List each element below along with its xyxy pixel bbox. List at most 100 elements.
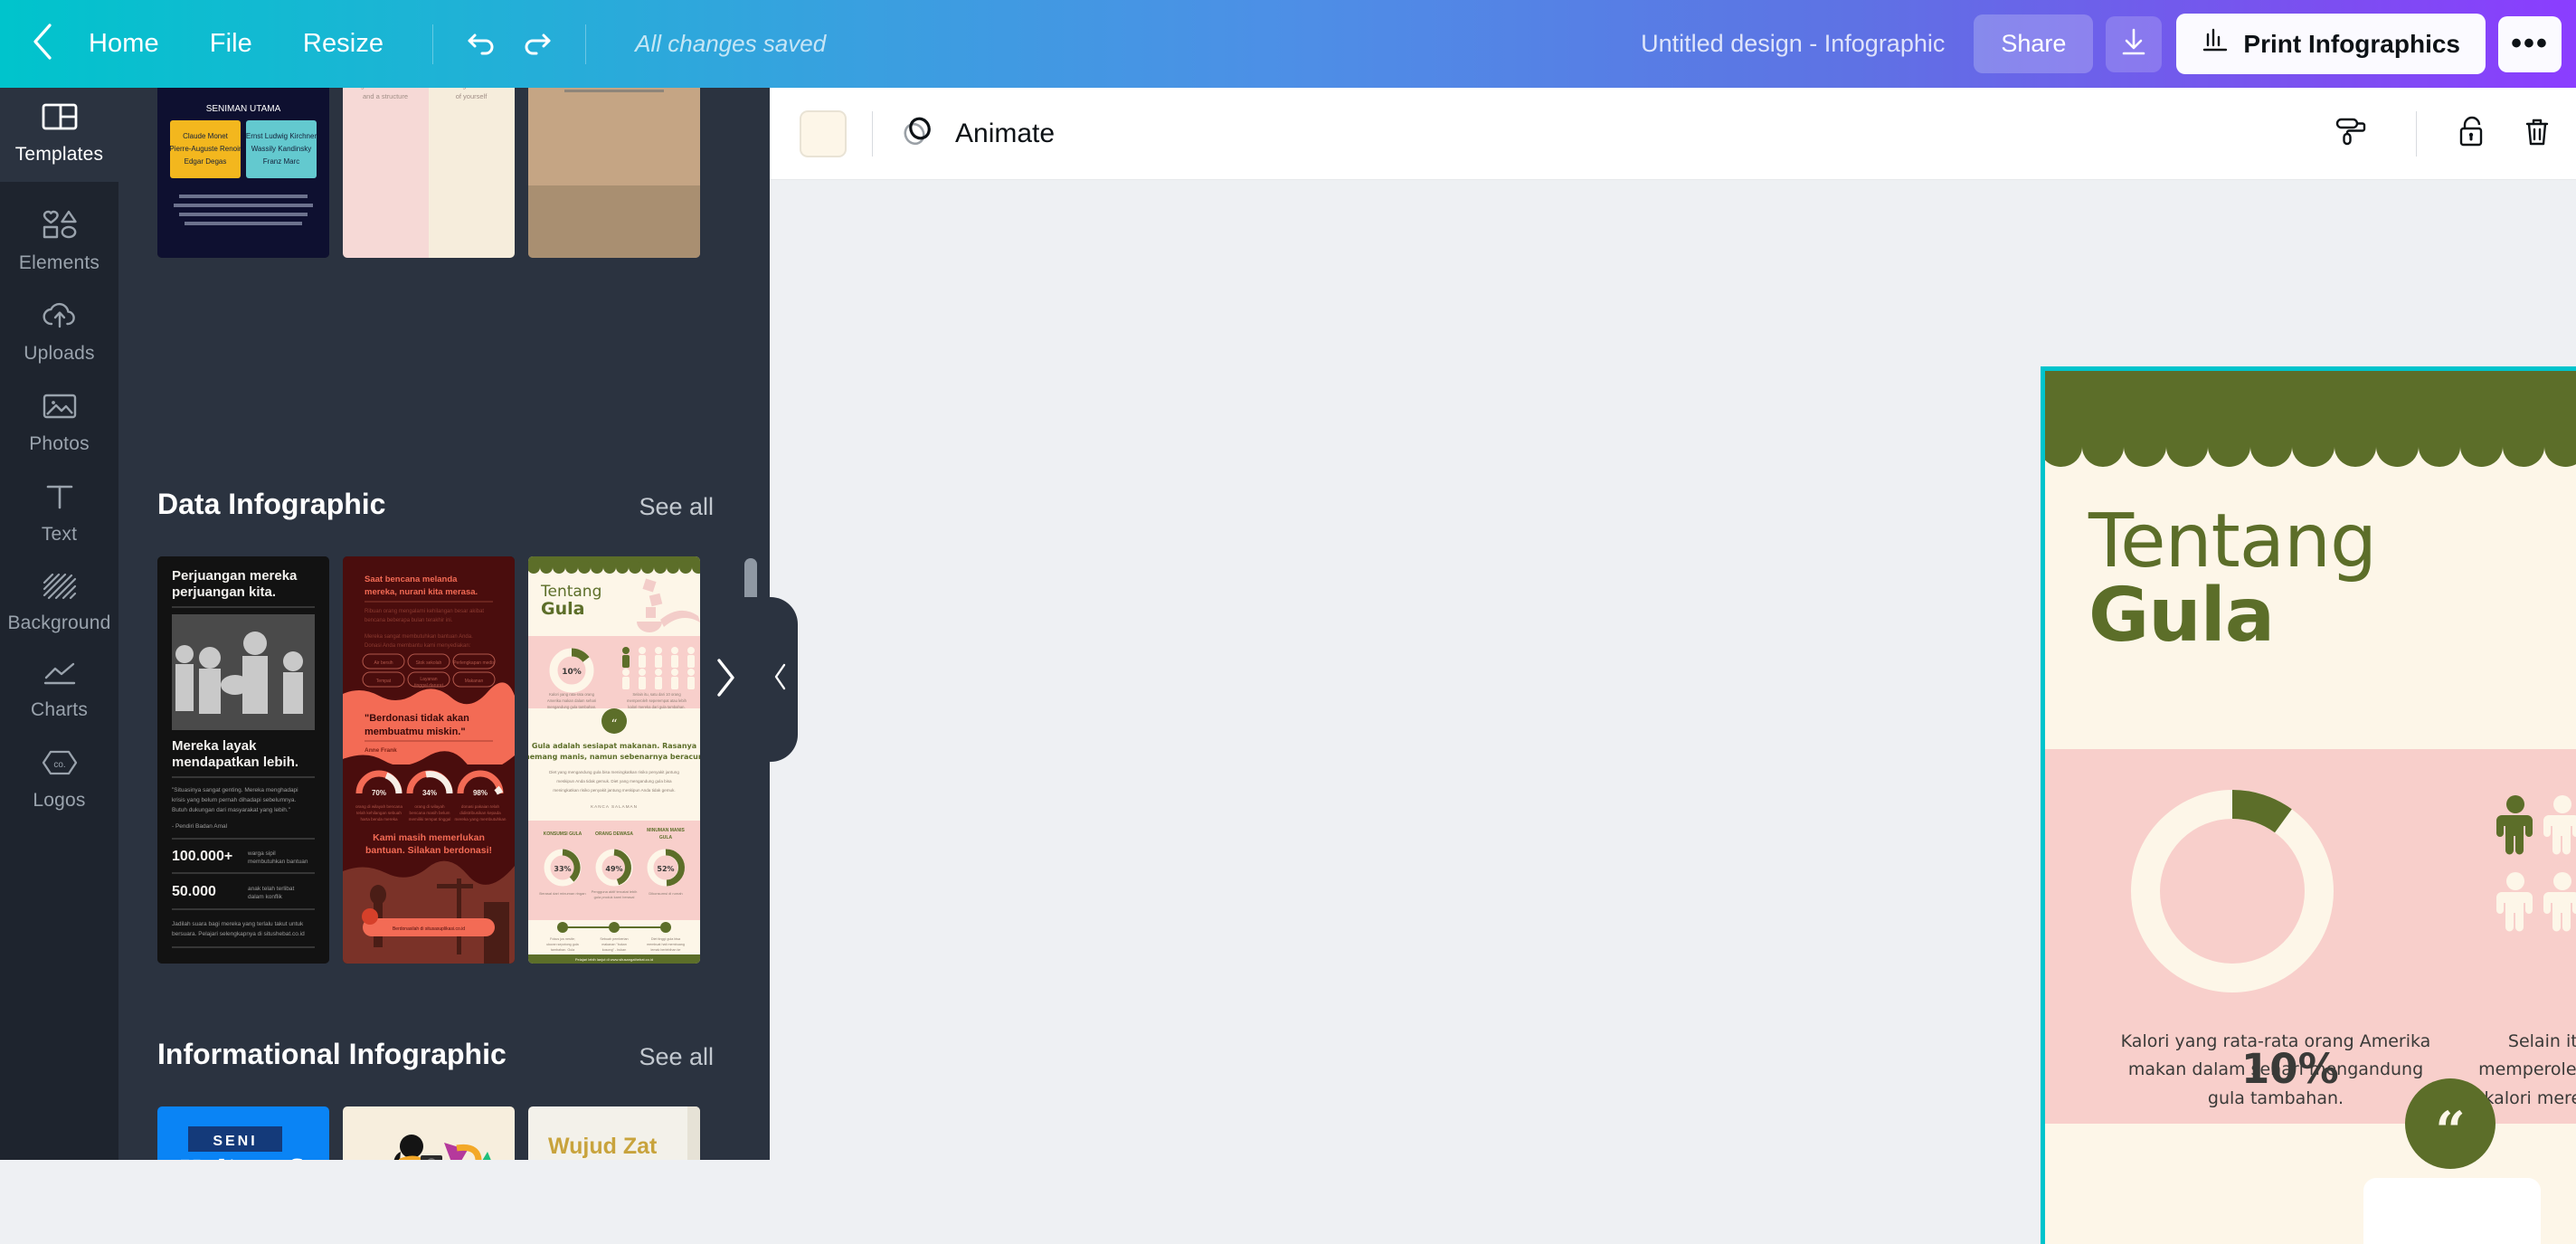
background-icon	[41, 573, 79, 604]
svg-text:makanan "bukan: makanan "bukan	[601, 943, 627, 946]
donut-chart: 10%	[2119, 778, 2345, 1093]
share-button[interactable]: Share	[1974, 14, 2094, 73]
left-rail-items: Elements Uploads Photos Text Background …	[0, 195, 118, 824]
canvas-area: Animate Tentang Gula 10% Kalori yang rat…	[770, 88, 2576, 1244]
sidebar-item-label-logos: Logos	[33, 790, 86, 811]
trash-icon	[2520, 113, 2554, 154]
sidebar-item-label-charts: Charts	[30, 699, 89, 720]
svg-text:Claude Monet: Claude Monet	[183, 132, 229, 140]
bar-chart-icon	[2202, 27, 2229, 61]
svg-text:tinggal darurat: tinggal darurat	[414, 683, 444, 688]
design-title[interactable]: Untitled design - Infographic	[1641, 30, 1945, 58]
sidebar-item-label-uploads: Uploads	[24, 343, 95, 364]
svg-text:Sebuah pemberian: Sebuah pemberian	[600, 937, 628, 941]
svg-text:MINUMAN MANIS: MINUMAN MANIS	[647, 828, 685, 833]
svg-text:memperoleh seperempat atau leb: memperoleh seperempat atau lebih	[627, 698, 687, 703]
collapse-panel-button[interactable]	[764, 597, 797, 760]
template-thumbnail[interactable]: Wujud Zat Zat membentuk alam semesta. Za…	[528, 1106, 700, 1160]
section-title-informational-infographic: Informational Infographic	[157, 1038, 507, 1070]
svg-text:co.: co.	[53, 760, 65, 770]
canvas-toolbar: Animate	[770, 88, 2576, 180]
see-all-data-infographic[interactable]: See all	[639, 493, 714, 521]
sidebar-item-logos[interactable]: co. Logos	[0, 734, 118, 824]
svg-text:ukuran sepotong gula: ukuran sepotong gula	[546, 943, 579, 946]
elements-icon	[41, 209, 79, 244]
donut-caption: Kalori yang rata-rata orang Amerika maka…	[2120, 1031, 2431, 1108]
svg-text:Air bersih: Air bersih	[374, 660, 393, 666]
resize-button[interactable]: Resize	[283, 18, 403, 70]
sidebar-item-photos[interactable]: Photos	[0, 377, 118, 468]
text-icon	[44, 482, 75, 516]
sidebar-item-label-text: Text	[41, 524, 78, 545]
templates-next-arrow[interactable]	[698, 653, 751, 706]
redo-button[interactable]	[509, 18, 562, 71]
svg-text:Kaligrafi: Kaligrafi	[176, 1154, 304, 1160]
see-all-informational-infographic[interactable]: See all	[639, 1043, 714, 1071]
svg-text:ORANG DEWASA: ORANG DEWASA	[595, 831, 633, 837]
scallop-border	[2045, 425, 2576, 467]
template-thumbnail[interactable]: Ready? Use this infographic as a guide t…	[528, 88, 700, 258]
color-swatch-button[interactable]	[800, 109, 847, 157]
svg-text:Edgar Degas: Edgar Degas	[185, 157, 227, 166]
paint-roller-button[interactable]	[2324, 106, 2380, 162]
svg-text:“: “	[611, 717, 617, 732]
logos-icon: co.	[41, 748, 79, 782]
undo-icon	[465, 24, 501, 64]
templates-icon	[42, 102, 78, 136]
svg-text:Diet tinggi gula bisa: Diet tinggi gula bisa	[651, 937, 681, 941]
animate-button[interactable]: Animate	[898, 110, 1055, 157]
template-thumbnail[interactable]: SENI Kaligrafi Kaligrafi adalah seni men…	[157, 1106, 329, 1160]
file-menu[interactable]: File	[190, 18, 272, 70]
svg-text:Pierre-Auguste Renoir: Pierre-Auguste Renoir	[169, 145, 241, 153]
design-title-text[interactable]: Tentang Gula	[2088, 505, 2377, 659]
template-thumbnail[interactable]: SENIMAN UTAMA Claude Monet Pierre-August…	[157, 88, 329, 258]
sidebar-item-label-templates: Templates	[14, 144, 104, 165]
svg-text:bencana masih belum: bencana masih belum	[410, 811, 450, 815]
svg-text:KONSUMSI GULA: KONSUMSI GULA	[544, 831, 582, 837]
template-thumbnail[interactable]: Perjuangan mereka perjuangan kita. Merek…	[157, 556, 329, 964]
quote-card	[2363, 1178, 2541, 1244]
template-thumbnail[interactable]: ELEMEN DASAR KOMPOSISI Dalam fotografi, …	[343, 1106, 515, 1160]
svg-text:kosong" - bukan: kosong" - bukan	[602, 948, 627, 952]
sidebar-item-elements[interactable]: Elements	[0, 195, 118, 287]
svg-text:52%: 52%	[657, 865, 674, 873]
svg-text:An organization has a boss: An organization has a boss	[345, 88, 427, 90]
svg-text:Gula adalah sesiapat makanan.: Gula adalah sesiapat makanan. Rasanya	[532, 742, 696, 750]
template-thumbnail[interactable]: Tentang Gula 10% Kalori yang rata-rata o…	[528, 556, 700, 964]
download-icon	[2118, 26, 2149, 62]
svg-text:membuatmu miskin.": membuatmu miskin."	[365, 726, 466, 737]
chevron-left-icon	[772, 662, 790, 696]
sidebar-item-label-elements: Elements	[18, 252, 100, 273]
svg-text:Franz Marc: Franz Marc	[263, 157, 299, 166]
left-rail: Templates Elements Uploads Photos Text B…	[0, 88, 118, 1160]
person-icon-highlighted	[2493, 794, 2538, 862]
templates-scroll-region[interactable]: SENIMAN UTAMA Claude Monet Pierre-August…	[118, 88, 770, 1160]
home-button[interactable]: Home	[69, 18, 179, 70]
sidebar-item-label-background: Background	[7, 613, 111, 633]
svg-text:mengandung gula tambahan.: mengandung gula tambahan.	[547, 705, 596, 709]
uploads-icon	[41, 301, 79, 335]
template-thumbnail[interactable]: Saat bencana melanda mereka, nurani kita…	[343, 556, 515, 964]
design-title-line2: Gula	[2088, 573, 2275, 659]
sidebar-item-background[interactable]: Background	[0, 558, 118, 647]
sidebar-item-text[interactable]: Text	[0, 468, 118, 558]
design-page[interactable]: Tentang Gula 10% Kalori yang rata-rata o…	[2041, 366, 2576, 1244]
svg-text:kalori mereka dari gula tambah: kalori mereka dari gula tambahan.	[628, 705, 685, 709]
lock-button[interactable]	[2442, 106, 2498, 162]
sidebar-item-charts[interactable]: Charts	[0, 647, 118, 734]
sidebar-item-templates[interactable]: Templates	[0, 88, 118, 182]
template-thumbnail[interactable]: WORKING HOURS WORKING HOURS 9 am to 7 pm…	[343, 88, 515, 258]
sidebar-item-uploads[interactable]: Uploads	[0, 287, 118, 377]
delete-button[interactable]	[2509, 106, 2565, 162]
download-button[interactable]	[2106, 15, 2163, 72]
undo-button[interactable]	[457, 18, 509, 71]
print-infographics-button[interactable]: Print Infographics	[2176, 14, 2486, 74]
svg-text:Donasi Anda membantu kami meny: Donasi Anda membantu kami menyediakan:	[365, 643, 471, 649]
chevron-left-icon	[31, 23, 54, 65]
print-infographics-label: Print Infographics	[2243, 29, 2460, 58]
svg-text:bersuara. Pelajari selengkapny: bersuara. Pelajari selengkapnya di situs…	[172, 931, 305, 937]
svg-text:- Pendiri Badan Amal: - Pendiri Badan Amal	[172, 823, 228, 830]
more-options-button[interactable]: •••	[2498, 15, 2562, 72]
svg-text:telah kehilangan sebuah: telah kehilangan sebuah	[356, 811, 402, 815]
back-button[interactable]	[22, 24, 63, 65]
